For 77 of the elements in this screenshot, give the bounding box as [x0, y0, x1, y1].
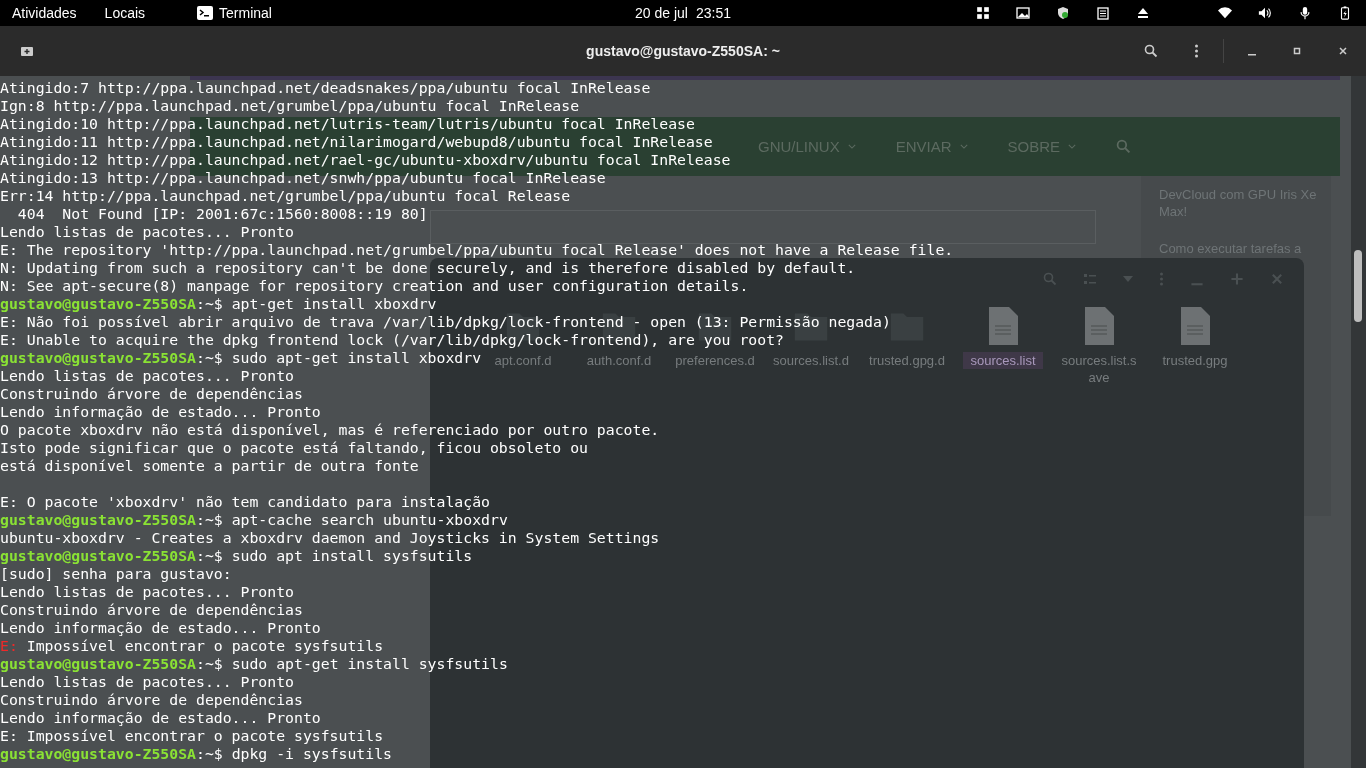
output-line: Construindo árvore de dependências: [0, 601, 303, 618]
prompt-user: gustavo@gustavo-Z550SA: [0, 547, 196, 564]
image-icon[interactable]: [1016, 6, 1030, 20]
minimize-icon: [1248, 54, 1256, 56]
output-line: Atingido:10 http://ppa.launchpad.net/lutris-team/lutris/ubuntu focal InRelease: [0, 115, 695, 132]
output-line: E: The repository 'http://ppa.launchpad.net/grumbel/ppa/ubuntu focal Release' does not have a Release file.: [0, 241, 954, 258]
scrollbar-thumb[interactable]: [1354, 250, 1362, 322]
output-line: está disponível somente a partir de outra fonte: [0, 457, 419, 474]
output-line: 404 Not Found [IP: 2001:67c:1560:8008::19 80]: [16, 205, 428, 222]
menu-icon: [1194, 44, 1199, 58]
clock[interactable]: 20 de jul 23:51: [635, 5, 731, 21]
prompt-user: gustavo@gustavo-Z550SA: [0, 295, 196, 312]
chevron-down-icon: [1068, 144, 1077, 149]
output-line: Lendo listas de pacotes... Pronto: [0, 583, 294, 600]
app-menu[interactable]: Terminal: [197, 5, 272, 21]
search-icon: [1144, 44, 1158, 58]
output-line: E: Unable to acquire the dpkg frontend lock (/var/lib/dpkg/lock-frontend), are you root?: [0, 331, 784, 348]
command-text: :~$ apt-get install xboxdrv: [196, 295, 437, 312]
chevron-down-icon: [847, 144, 856, 149]
output-line: N: Updating from such a repository can't be done securely, and is therefore disabled by default.: [0, 259, 856, 276]
output-line: E: O pacote 'xboxdrv' não tem candidato para instalação: [0, 493, 490, 510]
prompt-user: gustavo@gustavo-Z550SA: [0, 655, 196, 672]
output-line: Err:14 http://ppa.launchpad.net/grumbel/ppa/ubuntu focal Release: [0, 187, 571, 204]
output-line: Atingido:7 http://ppa.launchpad.net/deadsnakes/ppa/ubuntu focal InRelease: [0, 79, 651, 96]
maximize-icon: [1292, 46, 1302, 56]
prompt-user: gustavo@gustavo-Z550SA: [0, 745, 196, 762]
output-line: Atingido:11 http://ppa.launchpad.net/nilarimogard/webupd8/ubuntu focal InRelease: [0, 133, 713, 150]
output-line: Impossível encontrar o pacote sysfsutils: [25, 637, 384, 654]
file-name[interactable]: auth.conf.d: [579, 352, 659, 369]
output-line: [sudo] senha para gustavo:: [0, 565, 232, 582]
output-line: Lendo informação de estado... Pronto: [0, 403, 321, 420]
window-title: gustavo@gustavo-Z550SA: ~: [586, 43, 780, 59]
clipboard-icon[interactable]: [1096, 6, 1110, 20]
microphone-icon[interactable]: [1298, 6, 1312, 20]
file-name[interactable]: sources.list.d: [771, 352, 851, 369]
command-text: :~$ sudo apt-get install sysfsutils: [196, 655, 508, 672]
close-icon: [1338, 46, 1348, 56]
output-line: Lendo listas de pacotes... Pronto: [0, 223, 294, 240]
output-line: Construindo árvore de dependências: [0, 385, 303, 402]
prompt-user: gustavo@gustavo-Z550SA: [0, 511, 196, 528]
output-line: Atingido:12 http://ppa.launchpad.net/rael-gc/ubuntu-xboxdrv/ubuntu focal InRelease: [0, 151, 731, 168]
file-name[interactable]: preferences.d: [675, 352, 755, 369]
output-line: Lendo listas de pacotes... Pronto: [0, 673, 294, 690]
command-text: :~$ apt-cache search ubuntu-xboxdrv: [196, 511, 508, 528]
output-line: Construindo árvore de dependências: [0, 691, 303, 708]
shield-icon[interactable]: [1056, 6, 1070, 20]
output-line: ubuntu-xboxdrv - Creates a xboxdrv daemon and Joysticks in System Settings: [0, 529, 660, 546]
terminal-icon: [197, 5, 214, 21]
new-tab-icon: [20, 44, 34, 58]
command-text: :~$ dpkg -i sysfsutils: [196, 745, 392, 762]
command-text: :~$ sudo apt install sysfsutils: [196, 547, 473, 564]
output-line: O pacote xboxdrv não está disponível, mas é referenciado por outro pacote.: [0, 421, 660, 438]
volume-icon[interactable]: [1258, 6, 1272, 20]
output-line: N: See apt-secure(8) manpage for repository creation and user configuration details.: [0, 277, 749, 294]
prompt-user: gustavo@gustavo-Z550SA: [0, 349, 196, 366]
output-line: E: Não foi possível abrir arquivo de trava /var/lib/dpkg/lock-frontend - open (13: Permissão negada): [0, 313, 891, 330]
places-menu[interactable]: Locais: [92, 5, 158, 21]
error-tag: E:: [0, 637, 18, 654]
file-name[interactable]: sources.list: [963, 352, 1043, 369]
grid-icon[interactable]: [976, 6, 990, 20]
command-text: :~$ sudo apt-get install xboxdrv: [196, 349, 482, 366]
file-name[interactable]: trusted.gpg: [1155, 352, 1235, 369]
eject-icon[interactable]: [1136, 6, 1150, 20]
output-line: Atingido:13 http://ppa.launchpad.net/snwh/ppa/ubuntu focal InRelease: [0, 169, 606, 186]
output-line: Ign:8 http://ppa.launchpad.net/grumbel/ppa/ubuntu focal InRelease: [0, 97, 580, 114]
file-name[interactable]: apt.conf.d: [483, 352, 563, 369]
output-line: E: Impossível encontrar o pacote sysfsutils: [0, 727, 384, 744]
file-name[interactable]: sources.list.save: [1059, 352, 1139, 386]
battery-icon[interactable]: [1338, 6, 1352, 20]
output-line: Lendo informação de estado... Pronto: [0, 619, 321, 636]
output-line: Isto pode significar que o pacote está faltando, ficou obsoleto ou: [0, 439, 588, 456]
chevron-down-icon: [959, 144, 968, 149]
output-line: Lendo listas de pacotes... Pronto: [0, 367, 294, 384]
activities-button[interactable]: Atividades: [0, 5, 89, 21]
output-line: Lendo informação de estado... Pronto: [0, 709, 321, 726]
file-name[interactable]: trusted.gpg.d: [867, 352, 947, 369]
wifi-icon[interactable]: [1218, 6, 1232, 20]
